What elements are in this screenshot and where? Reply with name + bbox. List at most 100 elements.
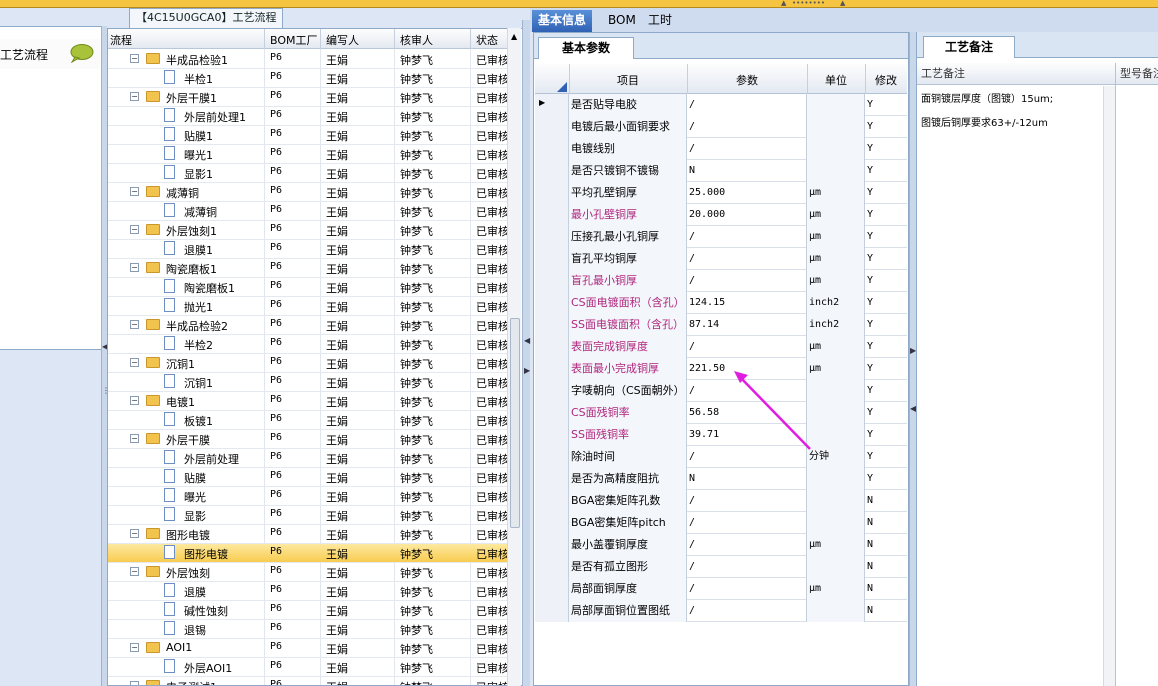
row-selector[interactable]	[535, 490, 569, 512]
col-header-modify[interactable]: 修改	[865, 72, 907, 88]
param-value-cell[interactable]: /	[687, 578, 807, 600]
tree-row[interactable]: − 半成品检验2 P6 王娟 钟梦飞 已审核	[108, 316, 508, 335]
row-selector[interactable]	[535, 160, 569, 182]
tree-row[interactable]: 碱性蚀刻 P6 王娟 钟梦飞 已审核	[108, 601, 508, 620]
scroll-up-icon[interactable]: ▲	[511, 32, 517, 41]
param-row[interactable]: ▶ 是否贴导电胶 / Y	[535, 94, 907, 116]
tree-row[interactable]: − 减薄铜 P6 王娟 钟梦飞 已审核	[108, 183, 508, 202]
param-value-cell[interactable]: 87.14	[687, 314, 807, 336]
param-row[interactable]: CS面残铜率 56.58 Y	[535, 402, 907, 424]
param-row[interactable]: SS面残铜率 39.71 Y	[535, 424, 907, 446]
col-header-process-notes[interactable]: 工艺备注	[917, 63, 1115, 85]
row-selector[interactable]	[535, 292, 569, 314]
param-value-cell[interactable]: /	[687, 116, 807, 138]
tree-row[interactable]: 贴膜1 P6 王娟 钟梦飞 已审核	[108, 126, 508, 145]
row-selector[interactable]	[535, 600, 569, 622]
param-row[interactable]: 最小盖覆铜厚度 / μm N	[535, 534, 907, 556]
param-row[interactable]: 是否只镀铜不镀锡 N Y	[535, 160, 907, 182]
param-value-cell[interactable]: /	[687, 270, 807, 292]
row-selector[interactable]	[535, 182, 569, 204]
tree-row[interactable]: 陶瓷磨板1 P6 王娟 钟梦飞 已审核	[108, 278, 508, 297]
param-value-cell[interactable]: N	[687, 468, 807, 490]
row-selector[interactable]	[535, 270, 569, 292]
col-header-param[interactable]: 参数	[687, 72, 807, 88]
param-row[interactable]: 字唛朝向（CS面朝外） / Y	[535, 380, 907, 402]
tree-row[interactable]: 退膜 P6 王娟 钟梦飞 已审核	[108, 582, 508, 601]
collapse-toggle-icon[interactable]: −	[130, 225, 139, 234]
param-value-cell[interactable]: /	[687, 94, 807, 116]
row-selector[interactable]	[535, 226, 569, 248]
tree-row[interactable]: − 外层干膜1 P6 王娟 钟梦飞 已审核	[108, 88, 508, 107]
tab-process-notes[interactable]: 工艺备注	[923, 36, 1015, 58]
param-row[interactable]: 局部厚面铜位置图纸 / N	[535, 600, 907, 622]
row-selector[interactable]	[535, 556, 569, 578]
tree-row[interactable]: 贴膜 P6 王娟 钟梦飞 已审核	[108, 468, 508, 487]
param-row[interactable]: 表面最小完成铜厚 221.50 μm Y	[535, 358, 907, 380]
tree-row[interactable]: 退锡 P6 王娟 钟梦飞 已审核	[108, 620, 508, 639]
col-header-model-notes[interactable]: 型号备注	[1116, 63, 1158, 85]
collapse-toggle-icon[interactable]: −	[130, 681, 139, 685]
tree-row[interactable]: − 外层干膜 P6 王娟 钟梦飞 已审核	[108, 430, 508, 449]
collapse-toggle-icon[interactable]: −	[130, 54, 139, 63]
tree-row[interactable]: − 半成品检验1 P6 王娟 钟梦飞 已审核	[108, 50, 508, 69]
collapse-toggle-icon[interactable]: −	[130, 567, 139, 576]
param-row[interactable]: BGA密集矩阵pitch / N	[535, 512, 907, 534]
collapse-toggle-icon[interactable]: −	[130, 358, 139, 367]
collapse-toggle-icon[interactable]: −	[130, 187, 139, 196]
col-header-reviewer[interactable]: 核审人	[400, 32, 433, 48]
tab-basic-info[interactable]: 基本信息	[532, 10, 593, 32]
param-value-cell[interactable]: /	[687, 512, 807, 534]
tree-row[interactable]: 退膜1 P6 王娟 钟梦飞 已审核	[108, 240, 508, 259]
param-row[interactable]: 电镀后最小面铜要求 / Y	[535, 116, 907, 138]
tree-panel-tab[interactable]: 【4C15U0GCA0】工艺流程	[129, 8, 284, 28]
tree-row[interactable]: 图形电镀 P6 王娟 钟梦飞 已审核	[108, 544, 508, 563]
tab-work-hours[interactable]: 工时	[642, 10, 678, 32]
collapse-toggle-icon[interactable]: −	[130, 434, 139, 443]
param-value-cell[interactable]: /	[687, 248, 807, 270]
nav-item-process-flow[interactable]: 工艺流程	[0, 39, 100, 69]
col-header-status[interactable]: 状态	[476, 32, 498, 48]
param-value-cell[interactable]: 20.000	[687, 204, 807, 226]
tree-row[interactable]: − 沉铜1 P6 王娟 钟梦飞 已审核	[108, 354, 508, 373]
row-selector[interactable]	[535, 116, 569, 138]
collapse-toggle-icon[interactable]: −	[130, 320, 139, 329]
tree-row[interactable]: − 电镀1 P6 王娟 钟梦飞 已审核	[108, 392, 508, 411]
tree-row[interactable]: − 外层蚀刻1 P6 王娟 钟梦飞 已审核	[108, 221, 508, 240]
tree-row[interactable]: 外层前处理1 P6 王娟 钟梦飞 已审核	[108, 107, 508, 126]
row-selector[interactable]	[535, 446, 569, 468]
row-selector[interactable]	[535, 358, 569, 380]
collapse-toggle-icon[interactable]: −	[130, 263, 139, 272]
param-value-cell[interactable]: /	[687, 490, 807, 512]
param-row[interactable]: CS面电镀面积（含孔） 124.15 inch2 Y	[535, 292, 907, 314]
row-selector[interactable]	[535, 248, 569, 270]
param-row[interactable]: SS面电镀面积（含孔） 87.14 inch2 Y	[535, 314, 907, 336]
collapse-toggle-icon[interactable]: −	[130, 529, 139, 538]
tree-row[interactable]: 半检2 P6 王娟 钟梦飞 已审核	[108, 335, 508, 354]
tree-row[interactable]: 半检1 P6 王娟 钟梦飞 已审核	[108, 69, 508, 88]
tree-row[interactable]: 抛光1 P6 王娟 钟梦飞 已审核	[108, 297, 508, 316]
tree-row[interactable]: − 图形电镀 P6 王娟 钟梦飞 已审核	[108, 525, 508, 544]
row-selector[interactable]	[535, 336, 569, 358]
row-selector[interactable]	[535, 534, 569, 556]
collapse-toggle-icon[interactable]: −	[130, 396, 139, 405]
tree-row[interactable]: 显影1 P6 王娟 钟梦飞 已审核	[108, 164, 508, 183]
param-value-cell[interactable]: /	[687, 226, 807, 248]
row-selector[interactable]	[535, 402, 569, 424]
param-row[interactable]: 盲孔平均铜厚 / μm Y	[535, 248, 907, 270]
tree-row[interactable]: 外层前处理 P6 王娟 钟梦飞 已审核	[108, 449, 508, 468]
col-header-bom[interactable]: BOM工厂	[270, 32, 318, 48]
collapse-toggle-icon[interactable]: −	[130, 643, 139, 652]
tree-scrollbar[interactable]: ▲	[507, 28, 521, 686]
param-row[interactable]: 盲孔最小铜厚 / μm Y	[535, 270, 907, 292]
col-header-unit[interactable]: 单位	[807, 72, 865, 88]
param-row[interactable]: 是否有孤立图形 / N	[535, 556, 907, 578]
param-value-cell[interactable]: /	[687, 336, 807, 358]
tree-row[interactable]: 减薄铜 P6 王娟 钟梦飞 已审核	[108, 202, 508, 221]
row-selector[interactable]: ▶	[535, 94, 569, 116]
collapse-up-icon[interactable]: ▲	[781, 0, 786, 7]
row-selector[interactable]	[535, 138, 569, 160]
tree-row[interactable]: − AOI1 P6 王娟 钟梦飞 已审核	[108, 639, 508, 658]
tree-row[interactable]: 外层AOI1 P6 王娟 钟梦飞 已审核	[108, 658, 508, 677]
param-row[interactable]: 最小孔壁铜厚 20.000 μm Y	[535, 204, 907, 226]
tree-row[interactable]: 曝光 P6 王娟 钟梦飞 已审核	[108, 487, 508, 506]
